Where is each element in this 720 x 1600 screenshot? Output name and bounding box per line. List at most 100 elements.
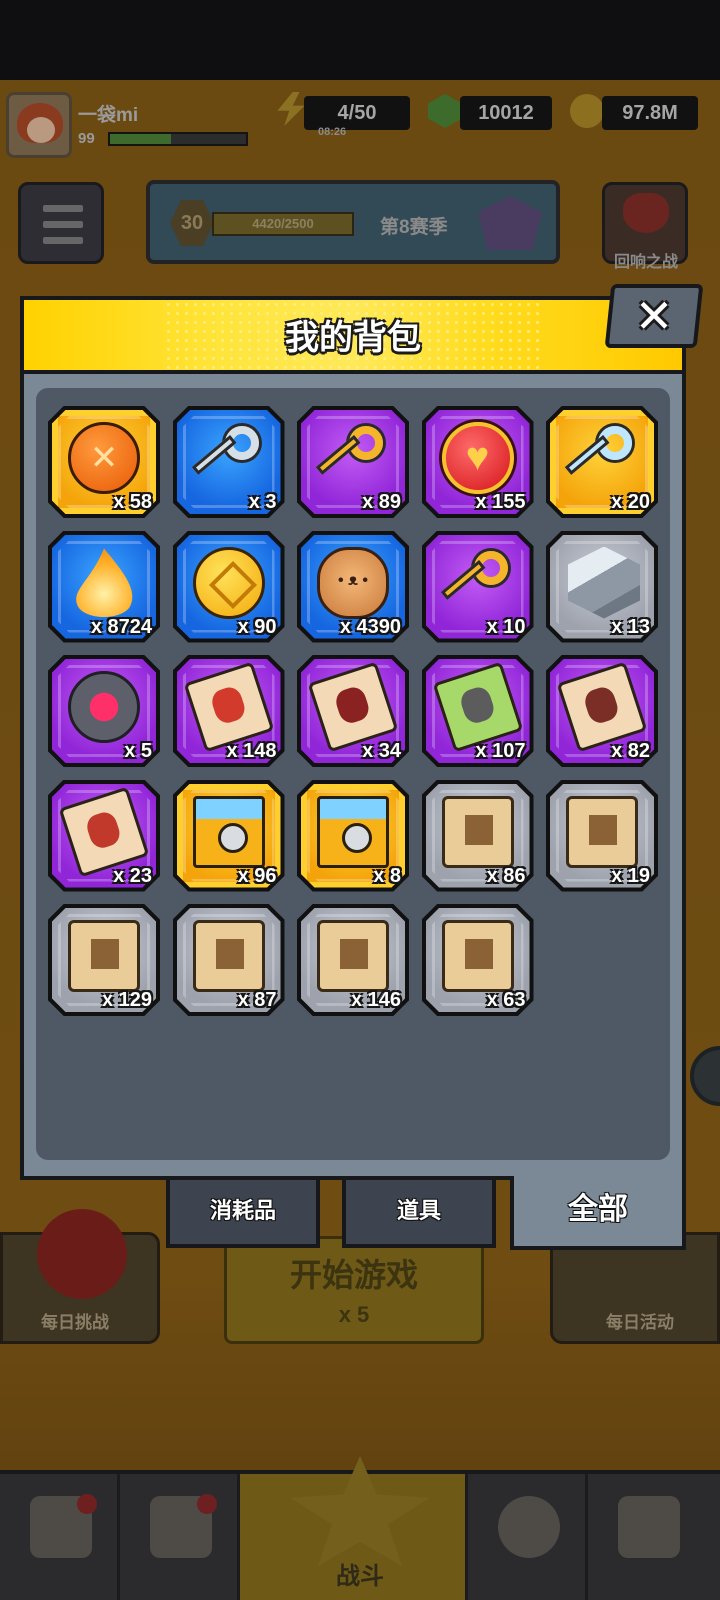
gold-coin-icon (192, 546, 265, 619)
gem-counter: 10012 (460, 96, 552, 130)
player-name: 一袋mi (78, 105, 139, 126)
bag-item-tile[interactable]: x 23 (48, 779, 160, 892)
item-quantity: x 19 (611, 864, 650, 887)
item-quantity: x 34 (362, 740, 401, 762)
bag-item-tile[interactable]: x 146 (297, 904, 409, 1016)
bag-header: 我的背包 (24, 300, 682, 374)
tab-consumables[interactable]: 消耗品 (166, 1180, 320, 1248)
armor-scroll-icon (566, 795, 638, 868)
battle-label: 战斗 (336, 1563, 384, 1590)
item-quantity: x 8724 (90, 615, 152, 638)
start-game-label: 开始游戏 (289, 1257, 418, 1293)
tab-all[interactable]: 全部 (510, 1176, 686, 1250)
daily-challenge-label: 每日挑战 (41, 1313, 109, 1332)
bag-item-tile[interactable]: x 148 (172, 655, 285, 767)
bag-item-tile[interactable]: x 107 (421, 655, 534, 767)
bag-item-tile[interactable]: x 155 (421, 406, 534, 518)
evolve-icon (618, 1496, 680, 1558)
energy-icon[interactable] (277, 92, 305, 126)
player-level: 99 (78, 130, 95, 147)
nav-shop[interactable] (0, 1474, 120, 1600)
talent-orb-icon (498, 1496, 560, 1558)
tab-props[interactable]: 道具 (342, 1180, 496, 1248)
necklace-scroll-icon (68, 920, 140, 992)
boxing-glove-icon (37, 1209, 127, 1299)
item-quantity: x 58 (113, 491, 152, 513)
avatar[interactable] (6, 92, 72, 158)
crystal-key-icon (564, 422, 638, 494)
bag-item-tile[interactable]: x 4390 (297, 530, 409, 643)
energy-timer: 08:26 (318, 126, 347, 138)
gem-socket-icon (68, 671, 140, 743)
menu-button[interactable] (18, 182, 104, 264)
menu-line (43, 205, 83, 212)
gem-icon[interactable] (428, 94, 462, 128)
item-quantity: x 89 (362, 491, 401, 513)
pet-cookie-icon (317, 546, 389, 619)
item-quantity: x 23 (113, 864, 152, 887)
item-quantity: x 4390 (339, 615, 401, 638)
bag-item-tile[interactable]: x 86 (421, 779, 534, 892)
bag-item-tile[interactable]: x 63 (421, 904, 534, 1016)
item-quantity: x 146 (350, 989, 401, 1011)
player-stats-row: 一袋mi 99 4/50 08:26 10012 97.8M (0, 86, 720, 158)
daily-event-label: 每日活动 (606, 1313, 674, 1332)
item-quantity: x 20 (611, 491, 650, 513)
item-quantity: x 82 (611, 740, 650, 762)
bag-item-tile[interactable]: x 19 (546, 779, 658, 892)
pet-key-icon (440, 547, 514, 619)
player-xp-fill (110, 134, 172, 144)
bag-item-tile[interactable]: x 96 (172, 779, 285, 892)
devil-icon (623, 193, 669, 233)
bag-item-tile[interactable]: x 8 (297, 779, 409, 892)
energy-counter: 4/50 (304, 96, 410, 130)
item-quantity: x 148 (226, 740, 277, 762)
season-name: 第8赛季 (380, 217, 448, 238)
silver-key-icon (191, 422, 265, 494)
gold-key-icon (315, 422, 389, 494)
boots-scroll-icon (441, 920, 514, 992)
bag-item-tile[interactable]: x 82 (546, 655, 658, 767)
gold-coin-icon[interactable] (570, 94, 604, 128)
bag-item-tile[interactable]: x 3 (172, 406, 285, 518)
item-quantity: x 87 (237, 989, 277, 1011)
item-quantity: x 96 (237, 864, 277, 887)
bag-item-tile[interactable]: x 58 (48, 406, 160, 518)
item-quantity: x 8 (373, 864, 401, 887)
item-quantity: x 129 (101, 989, 152, 1011)
notification-dot (197, 1494, 217, 1514)
nav-evolve[interactable] (588, 1474, 708, 1600)
bag-item-tile[interactable]: x 90 (172, 530, 285, 643)
item-quantity: x 86 (486, 864, 526, 887)
close-button[interactable]: ✕ (604, 284, 704, 348)
close-icon: ✕ (634, 290, 674, 342)
glove-scroll-icon (317, 920, 389, 992)
item-quantity: x 155 (475, 491, 526, 513)
treasure-chest-icon (317, 795, 389, 868)
gold-counter: 97.8M (602, 96, 698, 130)
bag-item-tile[interactable]: x 5 (48, 655, 160, 767)
belt-scroll-icon (192, 920, 265, 992)
notification-dot (77, 1494, 97, 1514)
item-quantity: x 63 (486, 989, 526, 1011)
item-quantity: x 90 (237, 615, 277, 638)
bag-item-tile[interactable]: x 129 (48, 904, 160, 1016)
status-bar-area (0, 0, 720, 80)
bag-item-tile[interactable]: x 89 (297, 406, 409, 518)
bag-item-tile[interactable]: x 10 (421, 530, 534, 643)
heart-orb-icon (441, 422, 514, 494)
item-quantity: x 5 (124, 740, 152, 762)
bag-item-tile[interactable]: x 87 (172, 904, 285, 1016)
bag-item-tile[interactable]: x 34 (297, 655, 409, 767)
item-quantity: x 3 (248, 491, 277, 513)
bag-item-tile[interactable]: x 13 (546, 530, 658, 643)
nav-equipment[interactable] (120, 1474, 240, 1600)
echo-battle-label: 回响之战 (613, 254, 678, 271)
player-xp-bar (108, 132, 248, 146)
nav-talents[interactable] (468, 1474, 588, 1600)
item-quantity: x 10 (486, 615, 526, 638)
bag-item-tile[interactable]: x 20 (546, 406, 658, 518)
season-xp-bar: 4420/2500 (212, 212, 354, 236)
menu-line (43, 221, 83, 228)
bag-item-tile[interactable]: x 8724 (48, 530, 160, 643)
